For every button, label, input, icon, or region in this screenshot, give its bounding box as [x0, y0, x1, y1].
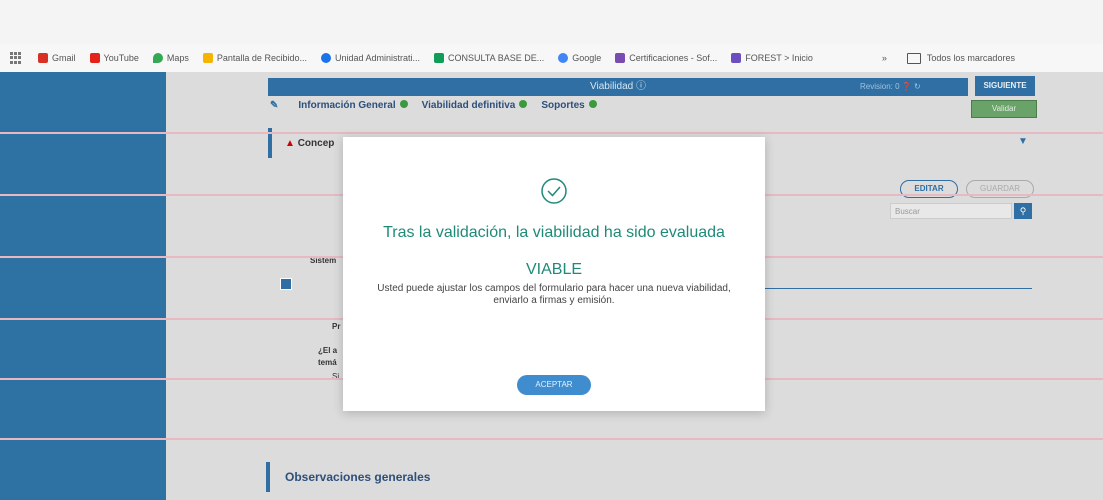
- revision-indicator: Revision: 0 ❓ ↻: [860, 82, 921, 91]
- tab-informacion-general[interactable]: Información General: [298, 100, 408, 111]
- validate-button[interactable]: Validar: [971, 100, 1037, 118]
- check-icon: [399, 100, 408, 108]
- sheets-icon: [434, 53, 445, 63]
- history-icon[interactable]: ↻: [914, 82, 921, 91]
- bookmark-pantalla[interactable]: Pantalla de Recibido...: [202, 53, 307, 63]
- modal-result: VIABLE: [525, 261, 583, 278]
- section-marker: [266, 462, 270, 492]
- divider: [0, 132, 1103, 134]
- maps-pin-icon: [152, 53, 163, 63]
- google-icon: [558, 53, 569, 63]
- check-icon: [519, 100, 528, 108]
- bookmark-gmail[interactable]: Gmail: [38, 53, 76, 63]
- tree-label: Pr: [332, 322, 341, 331]
- bookmark-youtube[interactable]: YouTube: [89, 53, 139, 63]
- accept-button[interactable]: ACEPTAR: [517, 375, 591, 395]
- question-text: ¿El a: [318, 346, 338, 355]
- next-button[interactable]: SIGUIENTE: [975, 76, 1035, 96]
- site-icon: [731, 53, 742, 63]
- bookmark-google[interactable]: Google: [558, 53, 601, 63]
- all-bookmarks-folder[interactable]: Todos los marcadores: [906, 52, 1015, 64]
- observaciones-title: Observaciones generales: [285, 470, 431, 484]
- check-icon: [588, 100, 597, 108]
- tab-viabilidad-definitiva[interactable]: Viabilidad definitiva: [422, 100, 528, 111]
- tab-soportes[interactable]: Soportes: [541, 100, 597, 111]
- question-text: temá: [318, 358, 337, 367]
- tab-bar: ✎ Información General Viabilidad definit…: [270, 100, 597, 111]
- pencil-icon: ✎: [270, 100, 279, 111]
- bookmarks-bar: Gmail YouTube Maps Pantalla de Recibido.…: [0, 44, 1103, 72]
- search-input[interactable]: Buscar: [890, 203, 1012, 219]
- help-icon[interactable]: ❓: [902, 82, 912, 91]
- apps-grid-icon[interactable]: [10, 52, 22, 64]
- check-circle-icon: [541, 178, 567, 204]
- result-modal: Tras la validación, la viabilidad ha sid…: [343, 137, 765, 411]
- bookmark-consulta[interactable]: CONSULTA BASE DE...: [434, 53, 544, 63]
- gmail-icon: [38, 53, 48, 63]
- divider: [0, 438, 1103, 440]
- tree-node-icon[interactable]: [280, 278, 292, 290]
- sidebar: [0, 72, 166, 500]
- more-bookmarks-button[interactable]: »: [882, 53, 887, 63]
- chevron-down-icon[interactable]: ▼: [1018, 136, 1028, 147]
- tree-connector: [765, 288, 1032, 289]
- youtube-icon: [89, 53, 100, 63]
- bookmark-unidad[interactable]: Unidad Administrati...: [320, 53, 420, 63]
- search-icon[interactable]: ⚲: [1014, 203, 1032, 219]
- folder-icon: [906, 52, 921, 64]
- modal-title: Tras la validación, la viabilidad ha sid…: [383, 224, 725, 241]
- bookmark-certificaciones[interactable]: Certificaciones - Sof...: [615, 53, 717, 63]
- bookmark-forest[interactable]: FOREST > Inicio: [731, 53, 813, 63]
- site-icon: [202, 53, 213, 63]
- section-title[interactable]: ▲ Concep: [285, 138, 334, 149]
- modal-description: Usted puede ajustar los campos del formu…: [377, 283, 731, 306]
- page-title: Viabilidad: [590, 81, 634, 92]
- globe-icon: [320, 53, 331, 63]
- info-icon: ⓘ: [635, 81, 646, 92]
- bookmark-maps[interactable]: Maps: [152, 53, 189, 63]
- site-icon: [615, 53, 626, 63]
- warning-icon: ▲: [285, 138, 295, 149]
